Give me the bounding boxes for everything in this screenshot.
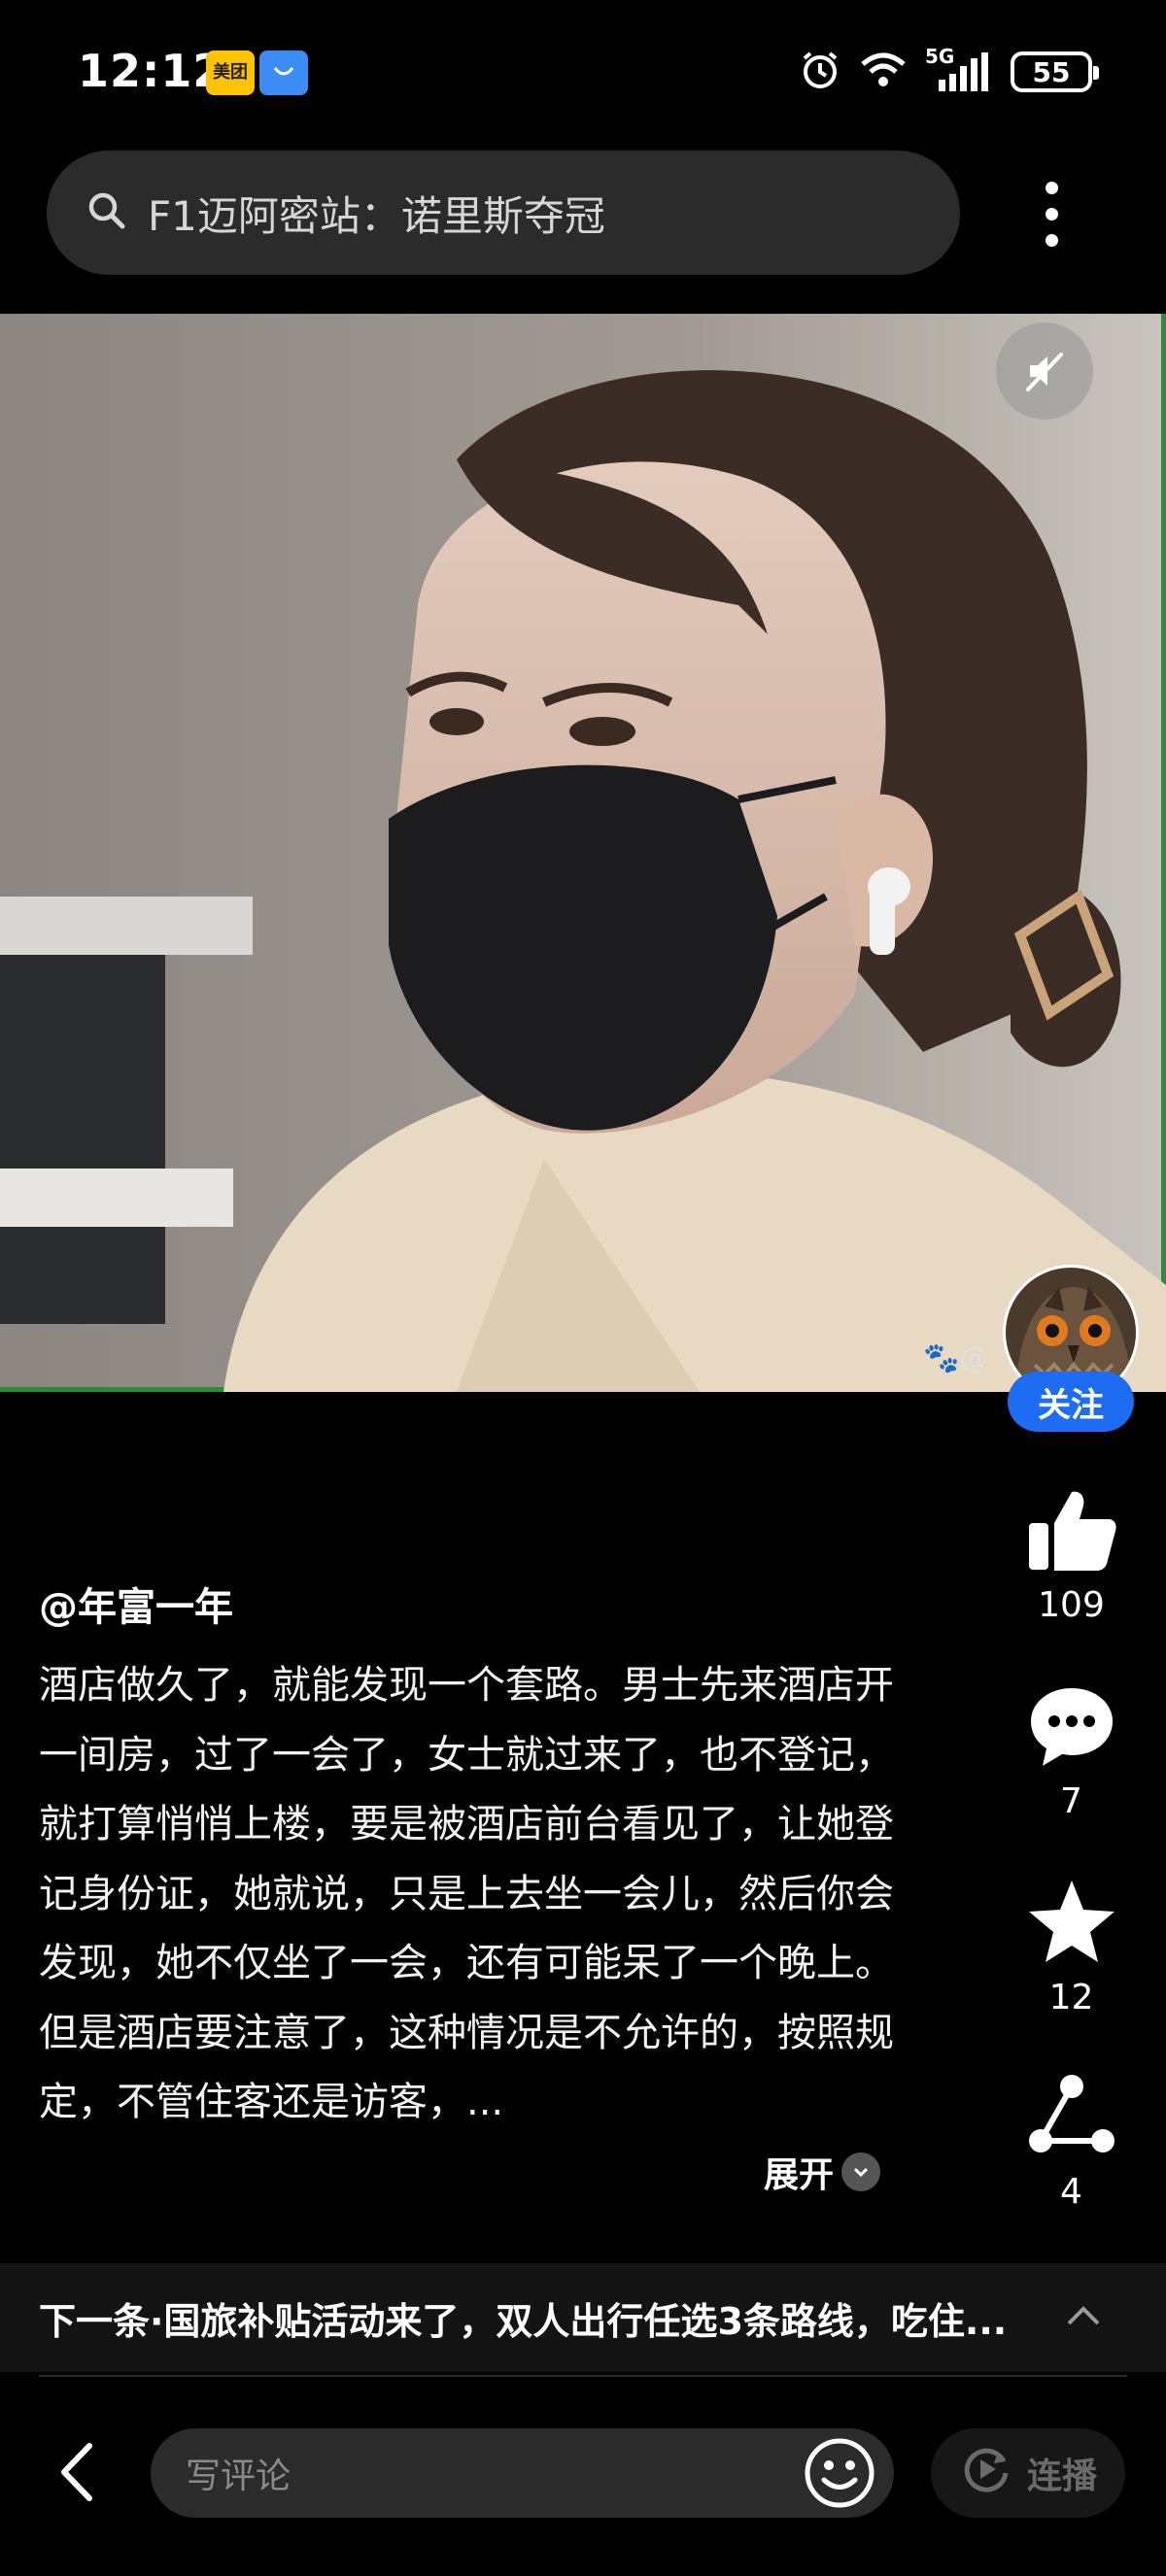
- star-icon: [1027, 1879, 1116, 1968]
- signal-icon: 5G: [925, 45, 993, 93]
- favorite-button[interactable]: 12: [1011, 1879, 1132, 2017]
- share-icon: [1027, 2073, 1116, 2162]
- share-button[interactable]: 4: [1011, 2073, 1132, 2212]
- wifi-icon: [859, 51, 908, 93]
- chevron-down-icon: [841, 2152, 881, 2191]
- expand-label: 展开: [764, 2155, 835, 2195]
- mute-toggle-icon[interactable]: [996, 322, 1093, 420]
- expand-button[interactable]: 展开: [764, 2147, 881, 2197]
- autoplay-label: 连播: [1026, 2457, 1097, 2496]
- autoplay-icon: [959, 2442, 1013, 2505]
- comment-bubble-icon: [1027, 1684, 1116, 1772]
- status-indicators: 5G 55: [799, 45, 1099, 95]
- battery-level: 55: [1032, 55, 1071, 88]
- svg-text:🐾@: 🐾@: [923, 1341, 988, 1375]
- favorite-count: 12: [1048, 1978, 1094, 2017]
- chevron-up-icon[interactable]: [1059, 2292, 1108, 2345]
- share-count: 4: [1060, 2172, 1082, 2212]
- comment-count: 7: [1060, 1781, 1082, 1821]
- comment-placeholder: 写评论: [186, 2457, 292, 2496]
- autoplay-toggle[interactable]: 连播: [931, 2428, 1125, 2518]
- status-bar: 12:12 美团 5G 55: [0, 0, 1166, 146]
- comment-input[interactable]: 写评论: [151, 2428, 894, 2518]
- next-item-title: 下一条·国旅补贴活动来了，双人出行任选3条路线，吃住...: [39, 2299, 1008, 2343]
- comment-button[interactable]: 7: [1011, 1684, 1132, 1821]
- search-query: F1迈阿密站：诺里斯夺冠: [148, 191, 605, 240]
- search-icon: [86, 189, 128, 236]
- honor-app-icon: [259, 51, 308, 95]
- battery-icon: 55: [1011, 51, 1099, 92]
- meituan-app-icon: 美团: [206, 51, 255, 95]
- emoji-icon[interactable]: [803, 2436, 876, 2510]
- follow-button[interactable]: 关注: [1008, 1372, 1134, 1432]
- back-arrow-icon[interactable]: [49, 2438, 107, 2506]
- author-name[interactable]: @年富一年: [39, 1576, 233, 1632]
- status-time: 12:12: [78, 45, 225, 97]
- more-options-icon[interactable]: [1016, 165, 1086, 262]
- alarm-icon: [799, 49, 841, 95]
- search-bar[interactable]: F1迈阿密站：诺里斯夺冠: [47, 151, 960, 275]
- divider: [39, 2375, 1127, 2377]
- thumbs-up-icon: [1025, 1488, 1118, 1576]
- like-count: 109: [1038, 1585, 1105, 1625]
- like-button[interactable]: 109: [1011, 1488, 1132, 1625]
- post-image[interactable]: 🐾@: [0, 314, 1166, 1392]
- post-text: 酒店做久了，就能发现一个套路。男士先来酒店开一间房，过了一会了，女士就过来了，也…: [39, 1663, 894, 2124]
- next-item-bar[interactable]: 下一条·国旅补贴活动来了，双人出行任选3条路线，吃住...: [0, 2263, 1166, 2372]
